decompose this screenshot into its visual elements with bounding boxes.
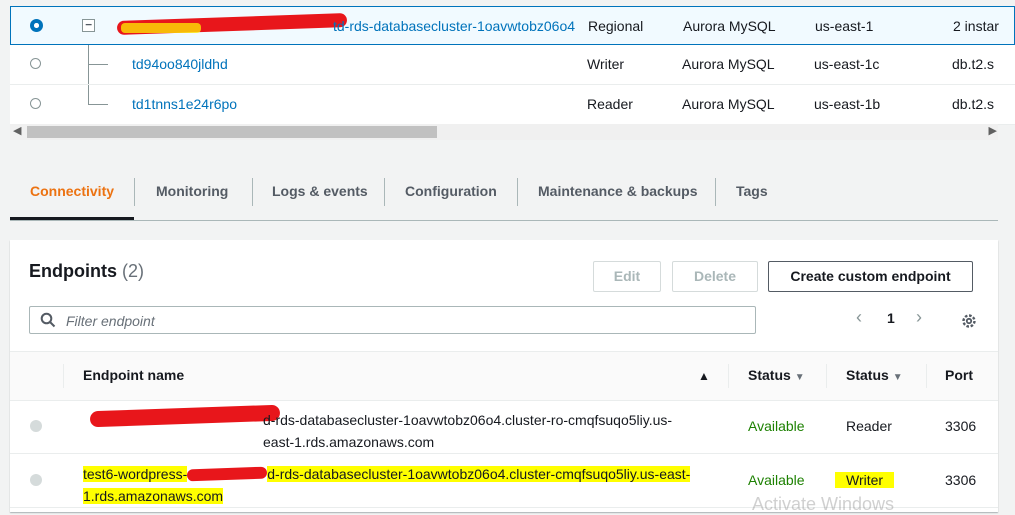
- row-select-radio[interactable]: [30, 420, 42, 432]
- row-select-radio[interactable]: [30, 98, 41, 109]
- instance-name[interactable]: td1tnns1e24r6po: [132, 96, 237, 112]
- highlight-mark: [121, 23, 201, 33]
- instance-role: Writer: [587, 56, 625, 72]
- instance-name[interactable]: td-rds-databasecluster-1oavwtobz06o4: [333, 18, 575, 34]
- endpoint-name-prefix: test6-wordpress-: [83, 466, 188, 482]
- endpoint-type: Writer: [835, 472, 895, 488]
- endpoint-port: 3306: [945, 418, 977, 434]
- table-row[interactable]: d-rds-databasecluster-1oavwtobz06o4.clus…: [10, 400, 998, 454]
- tab-configuration[interactable]: Configuration: [385, 168, 517, 218]
- endpoint-port: 3306: [945, 472, 977, 488]
- scroll-left-icon[interactable]: ◀: [13, 124, 21, 137]
- delete-button[interactable]: Delete: [672, 261, 758, 292]
- collapse-icon[interactable]: −: [82, 19, 95, 32]
- tab-tags[interactable]: Tags: [716, 168, 788, 218]
- tab-monitoring[interactable]: Monitoring: [136, 168, 248, 218]
- row-select-radio[interactable]: [30, 19, 43, 32]
- scrollbar-thumb[interactable]: [27, 126, 437, 138]
- column-divider: [826, 364, 827, 388]
- endpoints-table-header: Endpoint name ▲ Status ▼ Status ▼ Port: [10, 351, 998, 401]
- sort-ascending-icon[interactable]: ▲: [698, 369, 710, 383]
- endpoint-name: d-rds-databasecluster-1oavwtobz06o4.clus…: [263, 412, 673, 450]
- endpoint-status: Available: [748, 472, 805, 488]
- detail-tabs: Connectivity Monitoring Logs & events Co…: [10, 168, 998, 221]
- filter-endpoint-search[interactable]: [29, 306, 756, 334]
- sort-caret-icon: ▼: [794, 372, 805, 383]
- tree-line: [88, 64, 108, 65]
- column-divider: [728, 364, 729, 388]
- tree-line: [88, 104, 108, 105]
- db-instances-table: − td-rds-databasecluster-1oavwtobz06o4 R…: [10, 6, 1015, 125]
- edit-button[interactable]: Edit: [593, 261, 661, 292]
- table-row[interactable]: td1tnns1e24r6po Reader Aurora MySQL us-e…: [10, 85, 1015, 125]
- scroll-right-icon[interactable]: ▶: [989, 124, 997, 137]
- endpoint-type: Reader: [846, 418, 892, 434]
- instance-engine: Aurora MySQL: [683, 18, 776, 34]
- sort-caret-icon: ▼: [892, 372, 903, 383]
- column-header-endpoint-name[interactable]: Endpoint name: [83, 367, 184, 383]
- instance-engine: Aurora MySQL: [682, 56, 775, 72]
- instance-size: db.t2.s: [952, 96, 995, 112]
- horizontal-scrollbar[interactable]: ◀ ▶: [10, 124, 998, 140]
- gear-icon[interactable]: [960, 312, 978, 330]
- page-number[interactable]: 1: [887, 310, 895, 326]
- panel-title: Endpoints (2): [29, 261, 144, 282]
- instance-role: Reader: [587, 96, 633, 112]
- endpoints-count: (2): [122, 261, 145, 281]
- endpoints-heading: Endpoints: [29, 261, 117, 281]
- tab-connectivity[interactable]: Connectivity: [10, 168, 134, 220]
- instance-size: db.t2.s: [952, 56, 995, 72]
- row-select-radio[interactable]: [30, 474, 42, 486]
- create-custom-endpoint-button[interactable]: Create custom endpoint: [768, 261, 973, 292]
- endpoint-status: Available: [748, 418, 805, 434]
- instance-name[interactable]: td94oo840jldhd: [132, 56, 228, 72]
- filter-endpoint-input[interactable]: [64, 310, 748, 332]
- endpoints-panel: Endpoints (2) Edit Delete Create custom …: [10, 240, 998, 512]
- column-header-type[interactable]: Status ▼: [846, 367, 903, 383]
- row-select-radio[interactable]: [30, 58, 41, 69]
- instance-role: Regional: [588, 18, 644, 34]
- search-icon: [40, 312, 56, 328]
- instance-region: us-east-1b: [814, 96, 881, 112]
- redaction-mark: [187, 466, 268, 482]
- instance-engine: Aurora MySQL: [682, 96, 775, 112]
- endpoint-name: test6-wordpress-d-rds-databasecluster-1o…: [83, 463, 703, 507]
- tree-line: [88, 85, 89, 105]
- column-divider: [926, 364, 927, 388]
- column-header-port[interactable]: Port: [945, 367, 973, 383]
- instance-region: us-east-1: [815, 18, 874, 34]
- table-row[interactable]: − td-rds-databasecluster-1oavwtobz06o4 R…: [10, 6, 1015, 45]
- tab-divider: [134, 178, 135, 206]
- tab-maintenance-backups[interactable]: Maintenance & backups: [518, 168, 718, 218]
- instance-region: us-east-1c: [814, 56, 880, 72]
- table-row[interactable]: td94oo840jldhd Writer Aurora MySQL us-ea…: [10, 45, 1015, 85]
- prev-page-icon[interactable]: ‹: [856, 307, 862, 328]
- tab-logs-events[interactable]: Logs & events: [252, 168, 388, 218]
- column-divider: [63, 364, 64, 388]
- instance-size: 2 instar: [953, 18, 999, 34]
- next-page-icon[interactable]: ›: [916, 307, 922, 328]
- column-header-status[interactable]: Status ▼: [748, 367, 805, 383]
